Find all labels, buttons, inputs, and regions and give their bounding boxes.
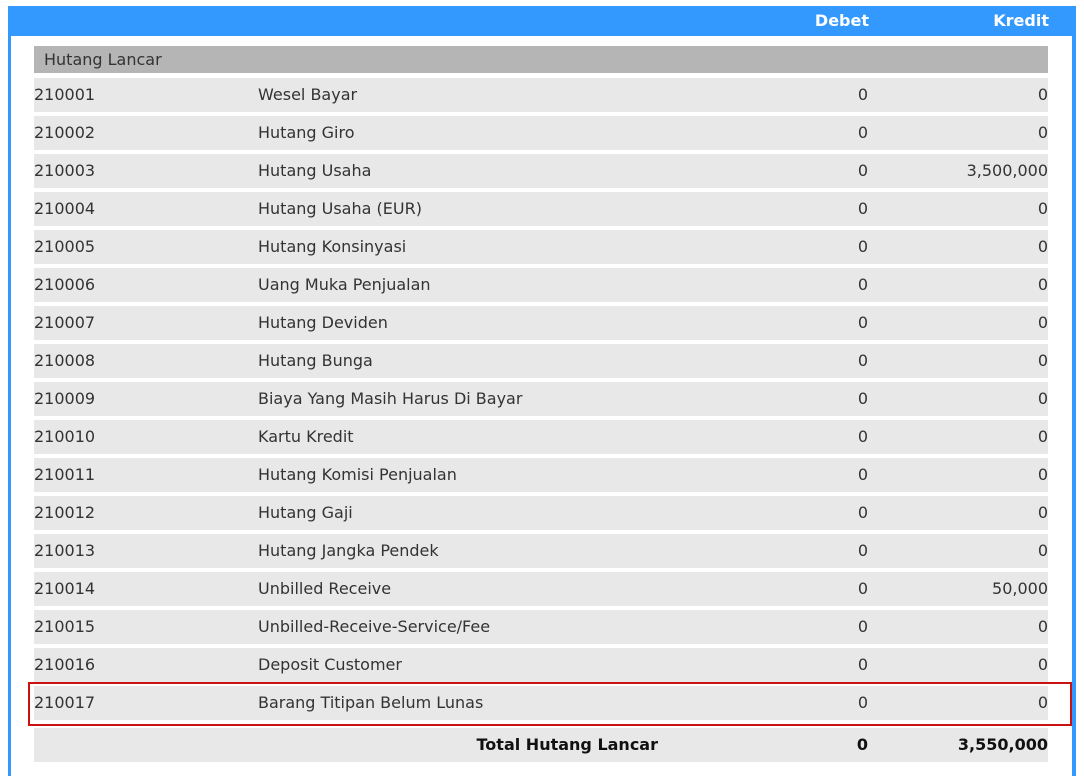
account-name: Unbilled-Receive-Service/Fee xyxy=(258,617,491,636)
account-name: Hutang Komisi Penjualan xyxy=(258,465,457,484)
table-row: 210012 Hutang Gaji 0 0 xyxy=(34,496,1048,530)
kredit-value: 0 xyxy=(1037,275,1048,294)
account-code: 210009 xyxy=(34,389,96,408)
table-row: 210008 Hutang Bunga 0 0 xyxy=(34,344,1048,378)
table-row: 210011 Hutang Komisi Penjualan 0 0 xyxy=(34,458,1048,492)
debet-value: 0 xyxy=(857,503,868,522)
account-name: Hutang Jangka Pendek xyxy=(258,541,439,560)
account-code: 210017 xyxy=(34,693,96,712)
kredit-value: 0 xyxy=(1037,389,1048,408)
account-name: Hutang Giro xyxy=(258,123,355,142)
account-name: Uang Muka Penjualan xyxy=(258,275,431,294)
account-name: Hutang Gaji xyxy=(258,503,353,522)
table-row: 210006 Uang Muka Penjualan 0 0 xyxy=(34,268,1048,302)
debet-value: 0 xyxy=(857,541,868,560)
account-name: Hutang Konsinyasi xyxy=(258,237,407,256)
account-name: Deposit Customer xyxy=(258,655,402,674)
kredit-value: 0 xyxy=(1037,237,1048,256)
debet-value: 0 xyxy=(857,427,868,446)
debet-value: 0 xyxy=(857,161,868,180)
account-code: 210005 xyxy=(34,237,96,256)
kredit-value: 0 xyxy=(1037,85,1048,104)
account-name: Wesel Bayar xyxy=(258,85,358,104)
table-row: 210002 Hutang Giro 0 0 xyxy=(34,116,1048,150)
account-code: 210012 xyxy=(34,503,96,522)
account-code: 210013 xyxy=(34,541,96,560)
debet-value: 0 xyxy=(857,693,868,712)
total-debet: 0 xyxy=(856,735,868,754)
table-row: 210013 Hutang Jangka Pendek 0 0 xyxy=(34,534,1048,568)
kredit-value: 0 xyxy=(1037,313,1048,332)
kredit-value: 0 xyxy=(1037,655,1048,674)
kredit-value: 0 xyxy=(1037,541,1048,560)
account-code: 210008 xyxy=(34,351,96,370)
debet-value: 0 xyxy=(857,465,868,484)
account-code: 210016 xyxy=(34,655,96,674)
kredit-value: 3,500,000 xyxy=(966,161,1048,180)
debet-value: 0 xyxy=(857,237,868,256)
account-list: 210001 Wesel Bayar 0 0 210002 Hutang Giro 0 0 21… xyxy=(34,78,1048,724)
debet-value: 0 xyxy=(857,275,868,294)
table-row: 210001 Wesel Bayar 0 0 xyxy=(34,78,1048,112)
kredit-column-header: Kredit xyxy=(993,11,1049,30)
account-code: 210003 xyxy=(34,161,96,180)
section-title: Hutang Lancar xyxy=(34,46,1048,73)
debet-value: 0 xyxy=(857,85,868,104)
debet-value: 0 xyxy=(857,655,868,674)
debet-value: 0 xyxy=(857,389,868,408)
table-row: 210017 Barang Titipan Belum Lunas 0 0 xyxy=(34,686,1048,720)
debet-value: 0 xyxy=(857,617,868,636)
table-row: 210016 Deposit Customer 0 0 xyxy=(34,648,1048,682)
account-code: 210002 xyxy=(34,123,96,142)
account-name: Hutang Deviden xyxy=(258,313,388,332)
debet-value: 0 xyxy=(857,313,868,332)
account-code: 210004 xyxy=(34,199,96,218)
account-code: 210007 xyxy=(34,313,96,332)
account-name: Kartu Kredit xyxy=(258,427,354,446)
kredit-value: 0 xyxy=(1037,503,1048,522)
account-name: Unbilled Receive xyxy=(258,579,392,598)
account-code: 210015 xyxy=(34,617,96,636)
kredit-value: 0 xyxy=(1037,123,1048,142)
account-name: Barang Titipan Belum Lunas xyxy=(258,693,484,712)
account-code: 210011 xyxy=(34,465,96,484)
table-row: 210007 Hutang Deviden 0 0 xyxy=(34,306,1048,340)
debet-value: 0 xyxy=(857,351,868,370)
account-name: Hutang Usaha (EUR) xyxy=(258,199,422,218)
debet-value: 0 xyxy=(857,123,868,142)
table-row: 210005 Hutang Konsinyasi 0 0 xyxy=(34,230,1048,264)
debet-value: 0 xyxy=(857,199,868,218)
account-code: 210001 xyxy=(34,85,96,104)
account-name: Hutang Usaha xyxy=(258,161,372,180)
table-row: 210004 Hutang Usaha (EUR) 0 0 xyxy=(34,192,1048,226)
table-row: 210009 Biaya Yang Masih Harus Di Bayar 0 0 xyxy=(34,382,1048,416)
debet-value: 0 xyxy=(857,579,868,598)
kredit-value: 0 xyxy=(1037,351,1048,370)
table-row: 210010 Kartu Kredit 0 0 xyxy=(34,420,1048,454)
total-label: Total Hutang Lancar xyxy=(476,735,658,754)
account-code: 210014 xyxy=(34,579,96,598)
total-kredit: 3,550,000 xyxy=(957,735,1048,754)
debet-column-header: Debet xyxy=(814,11,869,30)
report-frame: Debet Kredit Hutang Lancar 210001 Wesel B… xyxy=(8,6,1076,776)
kredit-value: 0 xyxy=(1037,199,1048,218)
total-row: Total Hutang Lancar 0 3,550,000 xyxy=(34,728,1048,762)
table-row: 210003 Hutang Usaha 0 3,500,000 xyxy=(34,154,1048,188)
table-row: 210014 Unbilled Receive 0 50,000 xyxy=(34,572,1048,606)
account-code: 210010 xyxy=(34,427,96,446)
account-name: Biaya Yang Masih Harus Di Bayar xyxy=(258,389,523,408)
account-code: 210006 xyxy=(34,275,96,294)
column-header: Debet Kredit xyxy=(8,6,1076,36)
kredit-value: 50,000 xyxy=(992,579,1048,598)
kredit-value: 0 xyxy=(1037,427,1048,446)
table-row: 210015 Unbilled-Receive-Service/Fee 0 0 xyxy=(34,610,1048,644)
kredit-value: 0 xyxy=(1037,693,1048,712)
account-name: Hutang Bunga xyxy=(258,351,373,370)
kredit-value: 0 xyxy=(1037,465,1048,484)
kredit-value: 0 xyxy=(1037,617,1048,636)
report-body: Hutang Lancar 210001 Wesel Bayar 0 0 210002 H… xyxy=(11,36,1072,776)
